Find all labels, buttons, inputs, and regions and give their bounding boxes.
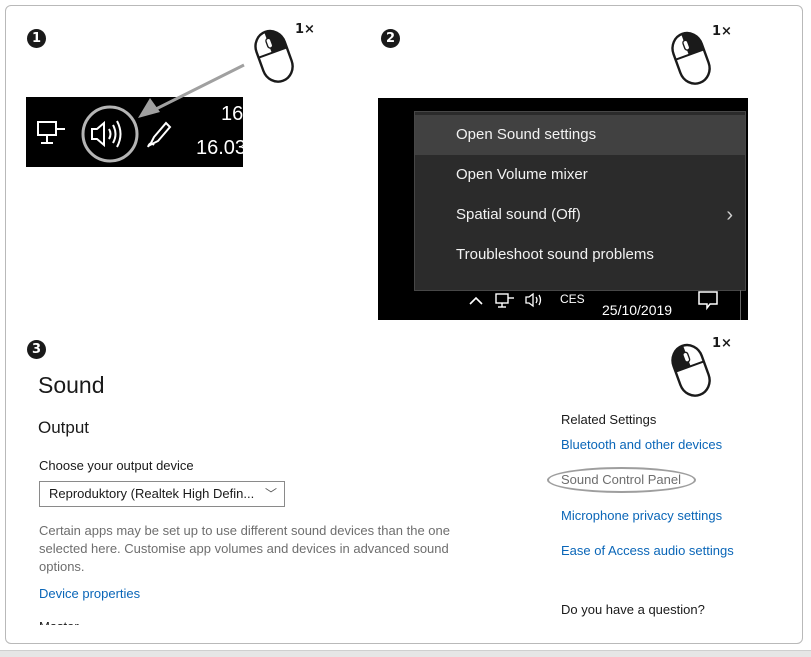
menu-item-spatial-sound[interactable]: Spatial sound (Off) › — [415, 195, 745, 235]
pen-icon[interactable] — [144, 119, 174, 149]
related-settings-heading: Related Settings — [561, 412, 657, 427]
output-heading: Output — [38, 418, 90, 437]
click-count-1: 1× — [295, 22, 315, 37]
click-count-3: 1× — [712, 336, 732, 351]
menu-item-troubleshoot[interactable]: Troubleshoot sound problems — [415, 235, 745, 275]
tray-icons — [469, 292, 542, 308]
click-count-2: 1× — [712, 24, 732, 39]
menu-item-open-sound-settings[interactable]: Open Sound settings — [415, 115, 745, 155]
step-badge-1: 1 — [27, 29, 46, 48]
sound-context-menu: Open Sound settings Open Volume mixer Sp… — [414, 111, 746, 291]
menu-item-label: Spatial sound (Off) — [456, 206, 581, 223]
action-center-icon[interactable] — [696, 288, 720, 312]
menu-item-label: Troubleshoot sound problems — [456, 246, 654, 263]
tray-clock-date: 16.03 — [196, 137, 243, 159]
page-title: Sound — [38, 372, 105, 398]
step-badge-2: 2 — [381, 29, 400, 48]
device-properties-link[interactable]: Device properties — [39, 586, 140, 601]
microphone-privacy-link[interactable]: Microphone privacy settings — [561, 508, 722, 523]
master-volume-label: Master volume — [39, 619, 119, 625]
tray-language[interactable]: CES — [560, 292, 585, 306]
output-description: Certain apps may be set up to use differ… — [39, 523, 450, 574]
question-heading: Do you have a question? — [561, 602, 705, 617]
taskbar-context-area: Open Sound settings Open Volume mixer Sp… — [378, 98, 748, 320]
menu-item-label: Open Sound settings — [456, 126, 597, 143]
taskbar-divider — [740, 290, 741, 320]
output-device-label: Choose your output device — [39, 458, 194, 473]
sound-control-panel-link[interactable]: Sound Control Panel — [561, 472, 681, 487]
bluetooth-devices-link[interactable]: Bluetooth and other devices — [561, 437, 722, 452]
output-device-value: Reproduktory (Realtek High Defin... — [49, 486, 255, 501]
chevron-down-icon: ﹀ — [264, 487, 277, 501]
step-badge-3: 3 — [27, 340, 46, 359]
chevron-right-icon: › — [726, 204, 733, 226]
menu-item-label: Open Volume mixer — [456, 166, 588, 183]
menu-item-open-volume-mixer[interactable]: Open Volume mixer — [415, 155, 745, 195]
output-device-dropdown[interactable]: Reproduktory (Realtek High Defin... ﹀ — [39, 481, 285, 507]
pointer-arrow — [138, 63, 245, 118]
ease-of-access-audio-link[interactable]: Ease of Access audio settings — [561, 543, 734, 558]
network-icon[interactable] — [36, 119, 68, 147]
tray-date[interactable]: 25/10/2019 — [602, 302, 672, 318]
